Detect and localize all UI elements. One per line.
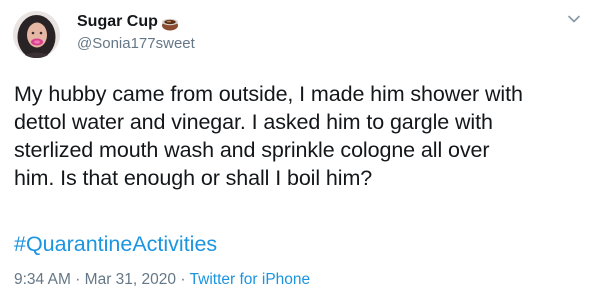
display-name[interactable]: Sugar Cup	[77, 12, 179, 32]
tweet-meta: 9:34 AM · Mar 31, 2020 · Twitter for iPh…	[14, 270, 310, 290]
user-handle[interactable]: @Sonia177sweet	[77, 35, 195, 53]
tweet-card: Sugar Cup @Sonia177sweet My hubby came f…	[0, 0, 600, 307]
tweet-source-link[interactable]: Twitter for iPhone	[190, 271, 311, 288]
avatar[interactable]	[13, 11, 60, 58]
tweet-text: My hubby came from outside, I made him s…	[14, 80, 594, 192]
tweet-text-line: My hubby came from outside, I made him s…	[14, 82, 523, 106]
tweet-text-line: him. Is that enough or shall I boil him?	[14, 166, 373, 190]
avatar-image	[13, 11, 60, 58]
tweet-text-line: sterlized mouth wash and sprinkle cologn…	[14, 138, 490, 162]
coffee-cup-icon	[161, 18, 178, 30]
display-name-text: Sugar Cup	[77, 13, 158, 30]
tweet-time[interactable]: 9:34 AM	[14, 271, 71, 288]
meta-separator: ·	[180, 271, 186, 288]
tweet-text-line: dettol water and vinegar. I asked him to…	[14, 110, 493, 134]
chevron-down-icon[interactable]	[567, 14, 581, 24]
hashtag-link[interactable]: #QuarantineActivities	[14, 230, 217, 258]
meta-separator: ·	[75, 271, 81, 288]
tweet-date[interactable]: Mar 31, 2020	[85, 271, 176, 288]
